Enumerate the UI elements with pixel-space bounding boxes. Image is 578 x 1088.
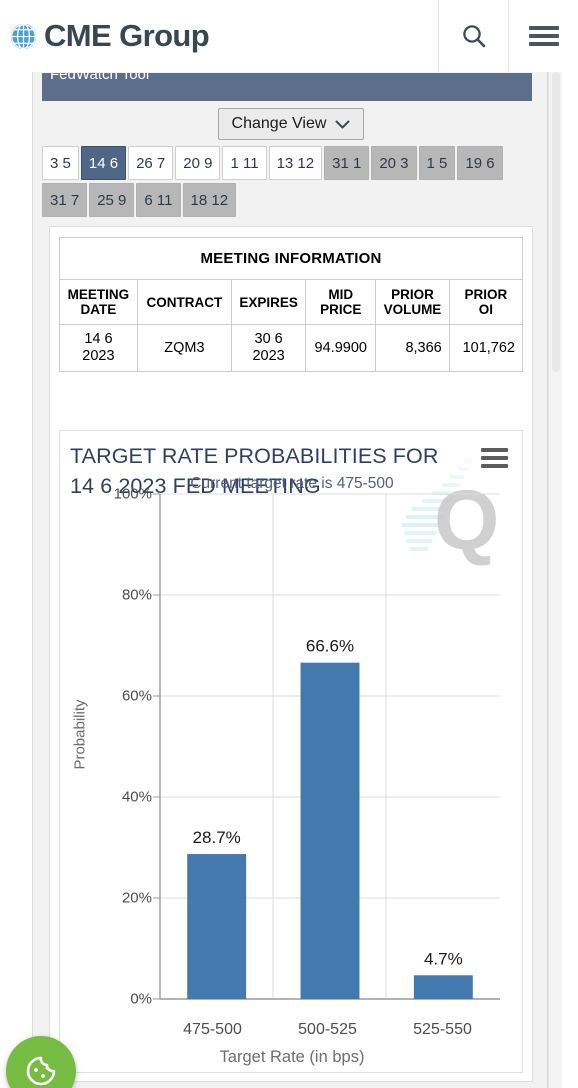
globe-icon [10,22,37,50]
page-body: FedWatch Tool Change View 3 5 14 6 26 7 20 … [0,60,578,1088]
cell-mid-price: 94.9900 [305,324,377,372]
x-axis-label: Target Rate (in bps) [219,1048,365,1066]
y-tick-label-0%: 0% [130,990,152,1008]
date-tab-18-12[interactable]: 18 12 [182,183,237,217]
column-header-prior-volume: PRIOR VOLUME [375,279,450,325]
hdr-line1: MID [328,287,354,302]
y-axis-tick-labels: 0% 20% 40% 60% 80% 100% [60,431,522,1072]
y-axis-label: Probability [71,699,89,770]
hdr-line2: OI [478,302,493,317]
brand-name: CME Group [44,18,210,53]
cell-line2: 2023 [252,348,285,364]
table-row: 14 6 2023 ZQM3 30 6 2023 94.9900 8,366 1… [59,324,524,372]
cell-line2: 2023 [82,348,115,364]
cell-expires: 30 6 2023 [230,324,307,372]
scrollbar-thumb[interactable] [552,72,560,372]
y-tick-label-20%: 20% [121,889,152,907]
cell-prior-volume: 8,366 [375,324,450,372]
cell-meeting-date: 14 6 2023 [59,324,138,372]
site-header: CME Group [0,0,578,72]
date-tab-20-9[interactable]: 20 9 [175,146,221,180]
hdr-line2: VOLUME [383,302,442,317]
target-rate-probabilities-chart: TARGET RATE PROBABILITIES FOR 14 6 2023 … [59,430,523,1073]
x-category-label-500-525: 500-525 [298,1021,357,1038]
search-icon [462,25,485,48]
column-header-meeting-date: MEETING DATE [59,279,138,325]
column-header-expires: EXPIRES [230,279,307,325]
x-category-label-475-500: 475-500 [183,1021,242,1038]
change-view-row: Change View [33,108,547,140]
fedwatch-app-frame: FedWatch Tool Change View 3 5 14 6 26 7 20 … [32,68,548,1088]
table-header-row: MEETING DATE CONTRACT EXPIRES MID PRICE … [59,279,524,325]
date-tab-25-9[interactable]: 25 9 [89,183,135,217]
y-tick-label-100%: 100% [113,485,152,503]
cookie-consent-icon [26,1056,56,1086]
burger-bar [528,34,559,38]
header-search-button[interactable] [438,0,508,72]
date-tab-6-11[interactable]: 6 11 [136,183,181,217]
change-view-label: Change View [231,115,327,132]
hdr-line2: PRICE [320,302,362,317]
table-title-row: MEETING INFORMATION [59,237,523,280]
cme-group-logo[interactable]: CME Group [0,0,438,72]
date-tab-3-5[interactable]: 3 5 [42,146,79,180]
date-tab-20-3[interactable]: 20 3 [371,146,417,180]
x-axis-category-labels: 475-500 500-525 525-550 [155,1021,500,1039]
date-tab-1-5[interactable]: 1 5 [418,146,456,180]
date-tab-14-6[interactable]: 14 6 [80,146,127,180]
column-header-contract: CONTRACT [136,279,232,325]
burger-bar [528,42,559,46]
date-tab-31-1[interactable]: 31 1 [324,146,370,180]
y-tick-label-80%: 80% [121,586,152,604]
fedwatch-tool-title: FedWatch Tool [50,73,150,83]
hdr-line2: DATE [80,302,117,317]
column-header-mid-price: MID PRICE [305,279,377,325]
chevron-down-icon [335,120,350,128]
date-tab-13-12[interactable]: 13 12 [268,146,323,180]
date-tab-26-7[interactable]: 26 7 [128,146,174,180]
hamburger-menu-icon [528,22,559,51]
meeting-information-table: MEETING INFORMATION MEETING DATE CONTRAC… [59,237,524,372]
cell-contract: ZQM3 [136,324,232,372]
column-header-prior-oi: PRIOR OI [448,279,524,325]
vertical-scrollbar[interactable] [548,68,562,1088]
cell-line1: 30 6 [254,331,283,347]
hdr-line1: PRIOR [464,287,508,302]
burger-bar [528,26,559,30]
date-tab-1-11[interactable]: 1 11 [222,146,267,180]
cell-line1: 14 6 [84,331,113,347]
fedwatch-tool-header: FedWatch Tool [42,73,532,101]
change-view-button[interactable]: Change View [217,108,365,140]
cell-prior-oi: 101,762 [448,324,524,372]
date-tab-19-6[interactable]: 19 6 [457,146,503,180]
date-tab-31-7[interactable]: 31 7 [42,183,88,217]
fedwatch-content-panel: MEETING INFORMATION MEETING DATE CONTRAC… [49,226,533,1082]
meeting-information-title: MEETING INFORMATION [59,237,523,280]
x-category-label-525-550: 525-550 [413,1021,472,1038]
header-menu-button[interactable] [508,0,578,72]
hdr-line1: PRIOR [391,287,434,302]
hdr-line1: MEETING [67,287,130,302]
meeting-date-tabs[interactable]: 3 5 14 6 26 7 20 91 11 13 12 31 1 20 31 5 19 6 3… [42,146,540,217]
